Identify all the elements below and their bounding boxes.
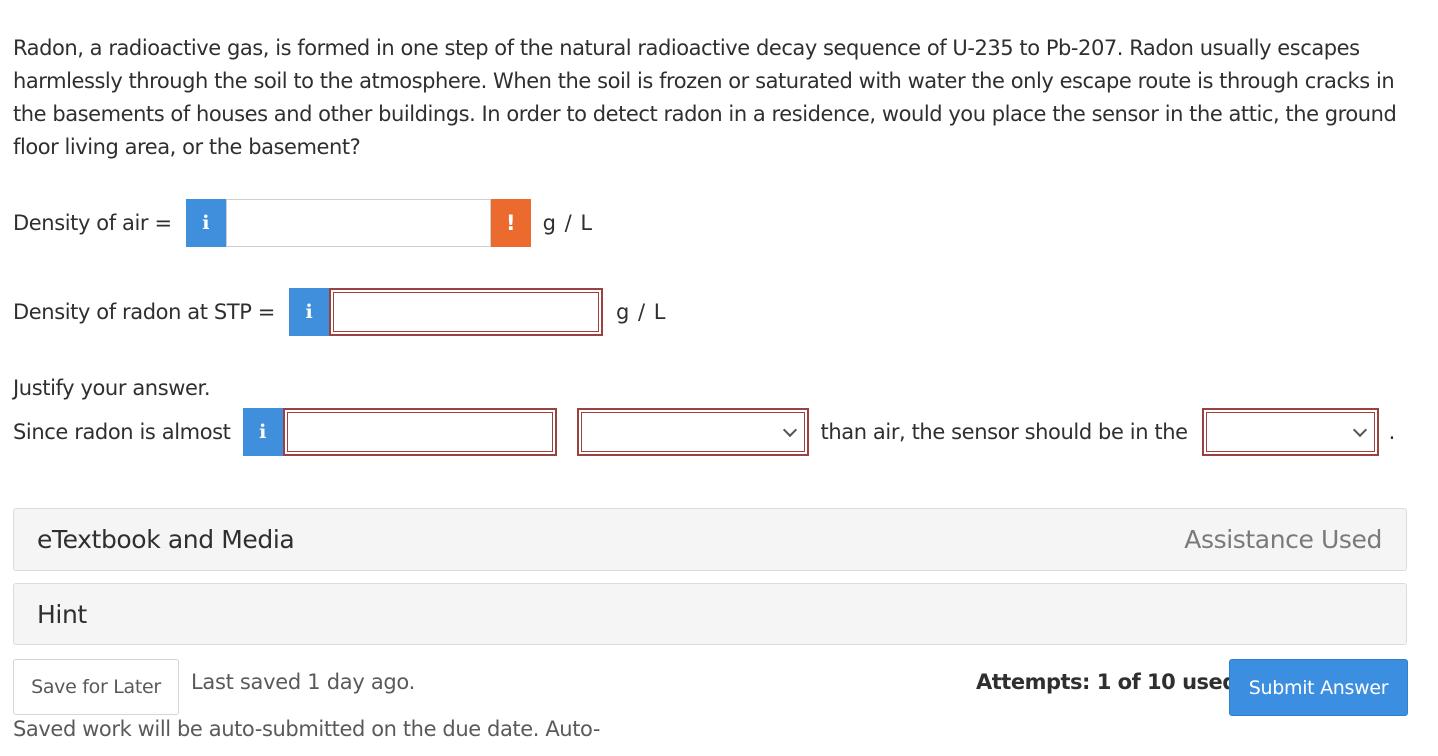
- autosubmit-note: Saved work will be auto-submitted on the…: [13, 717, 601, 741]
- air-density-row: Density of air = i ! g / L: [13, 199, 593, 247]
- chevron-down-icon: [1352, 422, 1367, 438]
- radon-density-info-icon[interactable]: i: [288, 288, 329, 336]
- hint-panel[interactable]: Hint: [13, 583, 1407, 645]
- justify-row: Since radon is almost i than air, the se…: [13, 408, 1395, 456]
- comparison-select[interactable]: [576, 408, 809, 456]
- assistance-used-label: Assistance Used: [1184, 525, 1382, 554]
- justify-suffix: .: [1388, 420, 1396, 444]
- justify-heading: Justify your answer.: [13, 376, 211, 400]
- save-for-later-button[interactable]: Save for Later: [13, 659, 179, 715]
- location-select[interactable]: [1201, 408, 1379, 456]
- submit-answer-button[interactable]: Submit Answer: [1229, 659, 1408, 716]
- question-text: Radon, a radioactive gas, is formed in o…: [13, 36, 1397, 159]
- air-density-label: Density of air =: [13, 211, 172, 235]
- justify-info-icon[interactable]: i: [242, 408, 283, 456]
- justify-middle-text: than air, the sensor should be in the: [820, 420, 1189, 444]
- justify-prefix: Since radon is almost: [13, 420, 231, 444]
- radon-density-row: Density of radon at STP = i g / L: [13, 288, 666, 336]
- chevron-down-icon: [782, 422, 797, 438]
- air-density-warning-icon[interactable]: !: [490, 199, 531, 247]
- radon-density-unit: g / L: [615, 300, 667, 324]
- etextbook-label[interactable]: eTextbook and Media: [37, 525, 295, 554]
- last-saved-text: Last saved 1 day ago.: [191, 670, 415, 694]
- air-density-input[interactable]: [225, 199, 491, 247]
- radon-density-input[interactable]: [328, 288, 603, 336]
- etextbook-panel[interactable]: eTextbook and Media Assistance Used: [13, 508, 1407, 571]
- air-density-unit: g / L: [542, 211, 594, 235]
- air-density-info-icon[interactable]: i: [185, 199, 226, 247]
- attempts-counter: Attempts: 1 of 10 used: [976, 670, 1237, 694]
- radon-density-label: Density of radon at STP =: [13, 300, 275, 324]
- hint-label[interactable]: Hint: [37, 600, 87, 629]
- justify-value-input[interactable]: [282, 408, 557, 456]
